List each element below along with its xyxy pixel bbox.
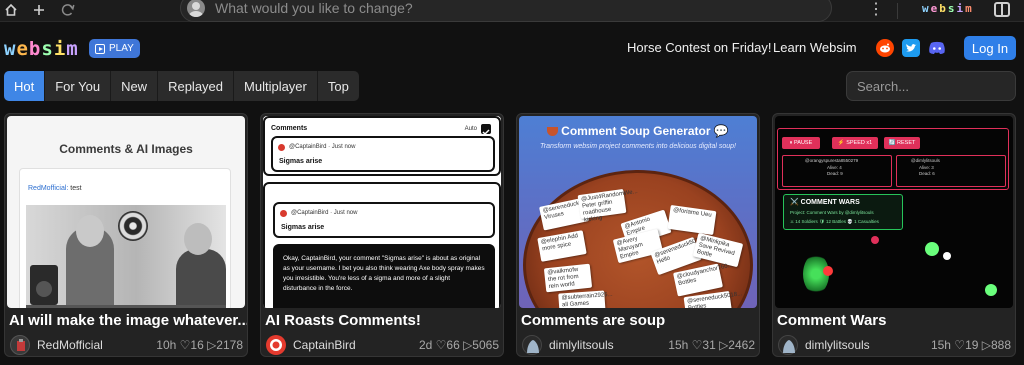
comment-wars-panel: ⚔️ COMMENT WARS Project: Comment Wars by… xyxy=(783,194,903,230)
author-avatar[interactable] xyxy=(266,335,286,355)
logo-letter: m xyxy=(66,38,79,60)
thumb-subheading: Transform websim project comments into d… xyxy=(540,143,736,150)
refresh-icon[interactable] xyxy=(59,1,77,19)
contest-link[interactable]: Horse Contest on Friday! xyxy=(627,40,772,55)
search-input[interactable]: Search... xyxy=(846,71,1016,101)
soldier-marker xyxy=(943,252,951,260)
feed-tabs: Hot For You New Replayed Multiplayer Top xyxy=(4,71,359,101)
card-title[interactable]: AI will make the image whatever... xyxy=(9,312,247,329)
card-thumbnail[interactable]: Comments Auto @CaptainBird · Just now Si… xyxy=(263,116,501,308)
card-title[interactable]: AI Roasts Comments! xyxy=(265,312,421,329)
websim-logo[interactable]: websim xyxy=(4,38,79,60)
author-avatar[interactable] xyxy=(10,335,30,355)
person-graphic xyxy=(66,215,114,308)
more-options-icon[interactable]: ⋮ xyxy=(868,1,884,19)
user-badge-icon xyxy=(280,210,287,217)
tab-replayed[interactable]: Replayed xyxy=(158,71,235,101)
tab-for-you[interactable]: For You xyxy=(45,71,112,101)
player-stats: @dimlylitsouls Alive: 3 Dead: 6 xyxy=(896,155,1006,187)
websim-mini-logo[interactable]: websim xyxy=(922,2,974,15)
card-thumbnail[interactable]: ⏸ PAUSE ⚡ SPEED x1 🔄 RESET @orangyspures… xyxy=(775,116,1013,308)
card-author[interactable]: CaptainBird xyxy=(293,338,356,352)
card-title[interactable]: Comments are soup xyxy=(521,312,665,329)
user-avatar-icon xyxy=(187,0,205,17)
card-stats: 15h ♡31 ▷2462 xyxy=(668,338,755,352)
author-avatar[interactable] xyxy=(522,335,542,355)
play-icon xyxy=(95,43,105,54)
ai-roast-text: Okay, CaptainBird, your comment "Sigmas … xyxy=(273,244,495,308)
sidebar-panel-icon[interactable] xyxy=(994,2,1010,17)
soldier-marker xyxy=(871,236,879,244)
reset-button[interactable]: 🔄 RESET xyxy=(884,137,920,149)
thumb-heading: Comment Soup Generator 💬 xyxy=(519,124,757,138)
logo-letter: m xyxy=(965,2,974,15)
logo-letter: s xyxy=(947,2,957,15)
thumb-comment: RedMofficial: test xyxy=(28,185,82,192)
card-author[interactable]: dimlylitsouls xyxy=(549,338,614,352)
player-stats: @orangyspuresta8550279 Alive: 4 Dead: 9 xyxy=(782,155,892,187)
play-label: PLAY xyxy=(109,43,134,54)
tab-hot[interactable]: Hot xyxy=(4,71,46,101)
comment-note: @subterrain2925... all Games xyxy=(558,290,613,308)
logo-letter: b xyxy=(28,38,42,60)
comment-note: @valkmofw the rot from rein world xyxy=(543,263,593,293)
game-controls-panel: ⏸ PAUSE ⚡ SPEED x1 🔄 RESET @orangyspures… xyxy=(777,128,1009,190)
thumb-heading: Comments & AI Images xyxy=(59,142,193,156)
comments-panel: Comments Auto @CaptainBird · Just now Si… xyxy=(263,116,501,176)
project-card[interactable]: Comments & AI Images RedMofficial: test … xyxy=(4,113,248,357)
toolbar-divider xyxy=(897,3,898,19)
prompt-input[interactable]: What would you like to change? xyxy=(180,0,832,22)
logo-letter: s xyxy=(41,38,54,60)
card-author[interactable]: dimlylitsouls xyxy=(805,338,870,352)
learn-websim-link[interactable]: Learn Websim xyxy=(773,40,857,55)
project-card[interactable]: ⏸ PAUSE ⚡ SPEED x1 🔄 RESET @orangyspures… xyxy=(772,113,1016,357)
login-button[interactable]: Log In xyxy=(964,36,1016,60)
soup-bowl-icon xyxy=(547,127,559,137)
card-author[interactable]: RedMofficial xyxy=(37,338,103,352)
card-thumbnail[interactable]: Comment Soup Generator 💬 Transform websi… xyxy=(519,116,757,308)
discord-icon[interactable] xyxy=(928,39,946,57)
logo-letter: e xyxy=(930,2,940,15)
tab-new[interactable]: New xyxy=(111,71,159,101)
card-thumbnail[interactable]: Comments & AI Images RedMofficial: test xyxy=(7,116,245,308)
play-button[interactable]: PLAY xyxy=(89,39,140,58)
logo-letter: i xyxy=(956,2,966,15)
twitter-icon[interactable] xyxy=(902,39,920,57)
tab-multiplayer[interactable]: Multiplayer xyxy=(234,71,318,101)
dartboard-graphic xyxy=(118,211,148,241)
comment-item: @CaptainBird · Just now Sigmas arise xyxy=(273,202,495,238)
reddit-icon[interactable] xyxy=(876,39,894,57)
speed-button[interactable]: ⚡ SPEED x1 xyxy=(832,137,878,149)
card-stats: 2d ♡66 ▷5065 xyxy=(418,338,499,352)
logo-letter: b xyxy=(939,2,948,15)
author-avatar[interactable] xyxy=(778,335,798,355)
soldier-marker xyxy=(985,284,997,296)
project-card[interactable]: Comments Auto @CaptainBird · Just now Si… xyxy=(260,113,504,357)
speaker-graphic xyxy=(30,265,58,305)
soldier-marker xyxy=(925,242,939,256)
logo-letter: w xyxy=(4,38,17,60)
project-card[interactable]: Comment Soup Generator 💬 Transform websi… xyxy=(516,113,760,357)
plus-icon[interactable] xyxy=(30,1,48,19)
card-stats: 10h ♡16 ▷2178 xyxy=(156,338,243,352)
ai-generated-image xyxy=(26,205,226,308)
card-stats: 15h ♡19 ▷888 xyxy=(930,338,1011,352)
comment-item: @CaptainBird · Just now Sigmas arise xyxy=(271,136,495,172)
tab-top[interactable]: Top xyxy=(318,71,359,101)
browser-toolbar: What would you like to change? ⋮ websim xyxy=(0,0,1024,22)
logo-letter: e xyxy=(16,38,29,60)
prompt-placeholder: What would you like to change? xyxy=(215,0,413,16)
checkbox-checked-icon[interactable] xyxy=(481,124,491,136)
soldier-marker xyxy=(823,266,833,276)
logo-letter: i xyxy=(53,38,67,60)
card-title[interactable]: Comment Wars xyxy=(777,312,886,329)
user-badge-icon xyxy=(278,144,285,151)
thumb-panel: RedMofficial: test xyxy=(19,168,231,308)
pause-button[interactable]: ⏸ PAUSE xyxy=(782,137,820,149)
home-icon[interactable] xyxy=(2,1,20,19)
logo-letter: w xyxy=(922,2,931,15)
person-graphic xyxy=(176,223,226,308)
